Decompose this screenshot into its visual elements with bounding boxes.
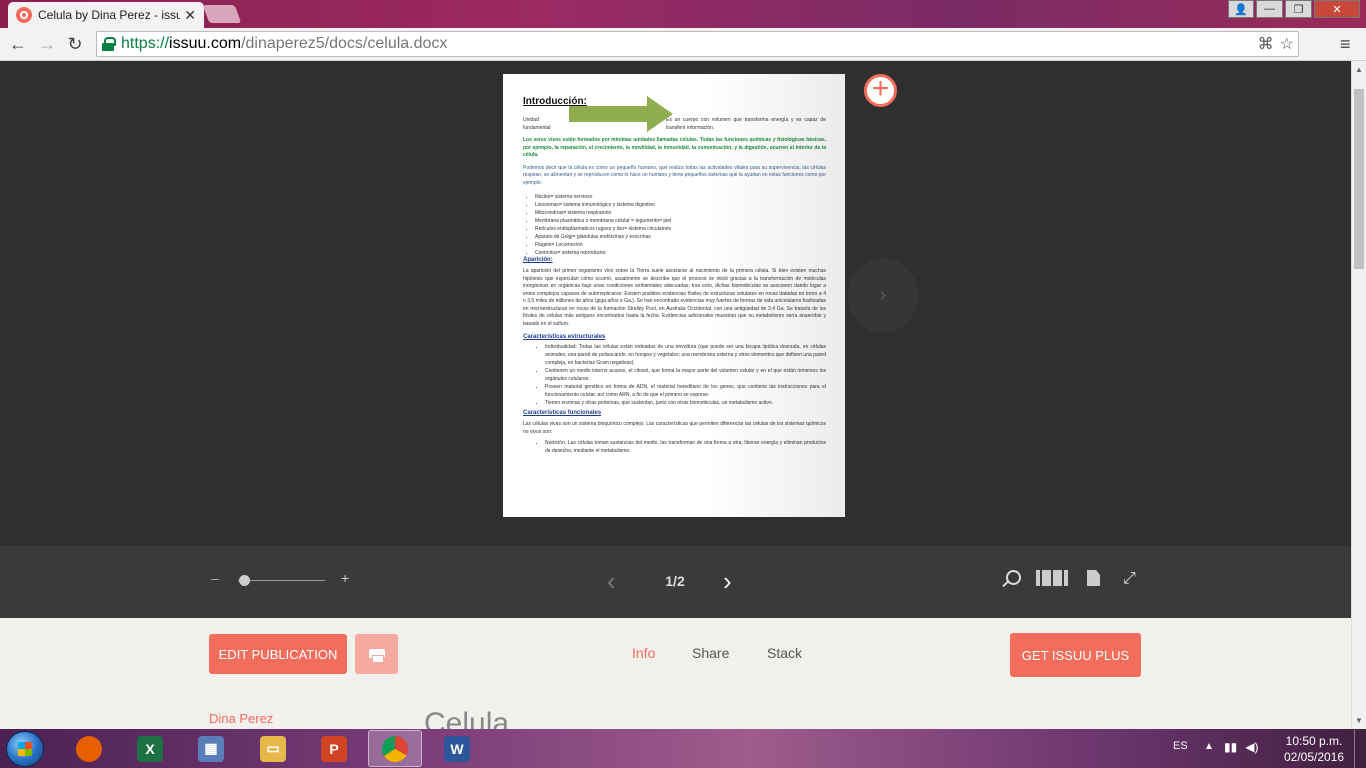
taskbar-chrome-button[interactable] xyxy=(368,730,422,767)
tab-share[interactable]: Share xyxy=(692,645,729,661)
taskbar-powerpoint-button[interactable]: P xyxy=(307,730,361,767)
print-button[interactable] xyxy=(355,634,398,674)
forward-button[interactable]: → xyxy=(36,33,58,55)
clock[interactable]: 10:50 p.m. 02/05/2016 xyxy=(1280,733,1348,765)
tab-info[interactable]: Info xyxy=(632,645,655,661)
powerpoint-icon: P xyxy=(321,735,347,762)
reload-button[interactable]: ↻ xyxy=(64,33,86,55)
zoom-out-button[interactable]: – xyxy=(211,570,219,586)
taskbar-explorer-button[interactable]: ▭ xyxy=(246,730,300,767)
page-shade xyxy=(705,74,845,517)
taskbar-calculator-button[interactable]: ▦ xyxy=(184,730,238,767)
volume-icon[interactable]: ◀) xyxy=(1245,740,1258,754)
zoom-in-button[interactable]: + xyxy=(341,570,349,586)
title-bar: Celula by Dina Perez - issu ✕ 👤 — ❐ ✕ xyxy=(0,0,1366,28)
chrome-menu-icon[interactable]: ≡ xyxy=(1340,34,1351,55)
network-icon[interactable]: ▮▮ xyxy=(1224,740,1237,754)
close-window-button[interactable]: ✕ xyxy=(1314,0,1360,18)
language-indicator[interactable]: ES xyxy=(1173,740,1188,752)
clock-date: 02/05/2016 xyxy=(1283,750,1345,764)
chrome-icon xyxy=(382,735,408,762)
taskbar-excel-button[interactable]: X xyxy=(123,730,177,767)
calculator-icon: ▦ xyxy=(198,735,224,762)
excel-icon: X xyxy=(137,735,163,762)
single-page-icon[interactable] xyxy=(1087,570,1100,586)
fullscreen-icon[interactable]: ⤢ xyxy=(1123,570,1141,588)
publication-info: EDIT PUBLICATION Info Share Stack GET IS… xyxy=(0,618,1351,740)
url-host: issuu.com xyxy=(169,35,242,52)
url-scheme: https:// xyxy=(121,35,170,52)
spread-view-icon[interactable] xyxy=(1036,570,1068,586)
taskbar-word-button[interactable]: W xyxy=(430,730,484,767)
tab-title: Celula by Dina Perez - issu xyxy=(38,8,181,22)
search-icon[interactable] xyxy=(1002,570,1021,588)
firefox-icon xyxy=(76,735,102,762)
window-controls: 👤 — ❐ ✕ xyxy=(1228,0,1360,18)
zoom-slider[interactable] xyxy=(238,580,325,581)
previous-page-button[interactable]: ‹ xyxy=(607,566,616,597)
browser-toolbar: ← → ↻ https:// issuu.com /dinaperez5/doc… xyxy=(0,28,1366,83)
intro-left: Unidad fundamental xyxy=(523,117,551,131)
minimize-button[interactable]: — xyxy=(1256,0,1283,18)
maximize-button[interactable]: ❐ xyxy=(1285,0,1312,18)
windows-taskbar: X ▦ ▭ P W ES ▲ ▮▮ ◀) 10:50 p.m. 02/05/2016 xyxy=(0,729,1366,768)
explorer-icon: ▭ xyxy=(260,735,286,762)
lock-icon xyxy=(101,37,116,51)
new-tab-button[interactable] xyxy=(202,5,242,23)
page-indicator: 1/2 xyxy=(665,573,685,589)
scroll-down-icon[interactable]: ▼ xyxy=(1355,716,1363,725)
issuu-favicon-icon xyxy=(16,7,32,23)
tab-stack[interactable]: Stack xyxy=(767,645,802,661)
next-page-hover-button[interactable]: › xyxy=(848,258,918,333)
url-path: /dinaperez5/docs/celula.docx xyxy=(241,35,448,52)
word-icon: W xyxy=(444,735,470,762)
tab-close-icon[interactable]: ✕ xyxy=(184,7,196,24)
taskbar-firefox-button[interactable] xyxy=(62,730,116,767)
bookmark-star-icon[interactable]: ☆ xyxy=(1280,34,1294,54)
viewer-controls: – + ‹ 1/2 › ⤢ xyxy=(0,546,1351,618)
tray-icons: ▮▮ ◀) xyxy=(1224,740,1258,754)
start-button[interactable] xyxy=(6,731,44,767)
clock-time: 10:50 p.m. xyxy=(1285,734,1343,748)
add-to-stack-button[interactable]: + xyxy=(864,74,897,107)
address-bar[interactable]: https:// issuu.com /dinaperez5/docs/celu… xyxy=(96,31,1299,57)
browser-tab[interactable]: Celula by Dina Perez - issu ✕ xyxy=(8,2,204,28)
tray-expand-icon[interactable]: ▲ xyxy=(1204,741,1214,752)
scrollbar-thumb[interactable] xyxy=(1354,89,1364,269)
arrow-shape xyxy=(569,96,673,132)
get-issuu-plus-button[interactable]: GET ISSUU PLUS xyxy=(1010,633,1141,677)
author-link[interactable]: Dina Perez xyxy=(209,711,273,726)
document-page: Introducción: Unidad fundamental Es un c… xyxy=(503,74,845,517)
back-button[interactable]: ← xyxy=(7,33,29,55)
translate-icon[interactable]: ⌘ xyxy=(1258,34,1274,54)
next-page-button[interactable]: › xyxy=(723,566,732,597)
edit-publication-button[interactable]: EDIT PUBLICATION xyxy=(209,634,347,674)
zoom-slider-knob[interactable] xyxy=(239,575,251,586)
page-scrollbar[interactable]: ▲ ▼ xyxy=(1351,61,1366,729)
scroll-up-icon[interactable]: ▲ xyxy=(1355,65,1363,74)
user-icon[interactable]: 👤 xyxy=(1228,0,1254,18)
show-desktop-button[interactable] xyxy=(1354,729,1366,768)
